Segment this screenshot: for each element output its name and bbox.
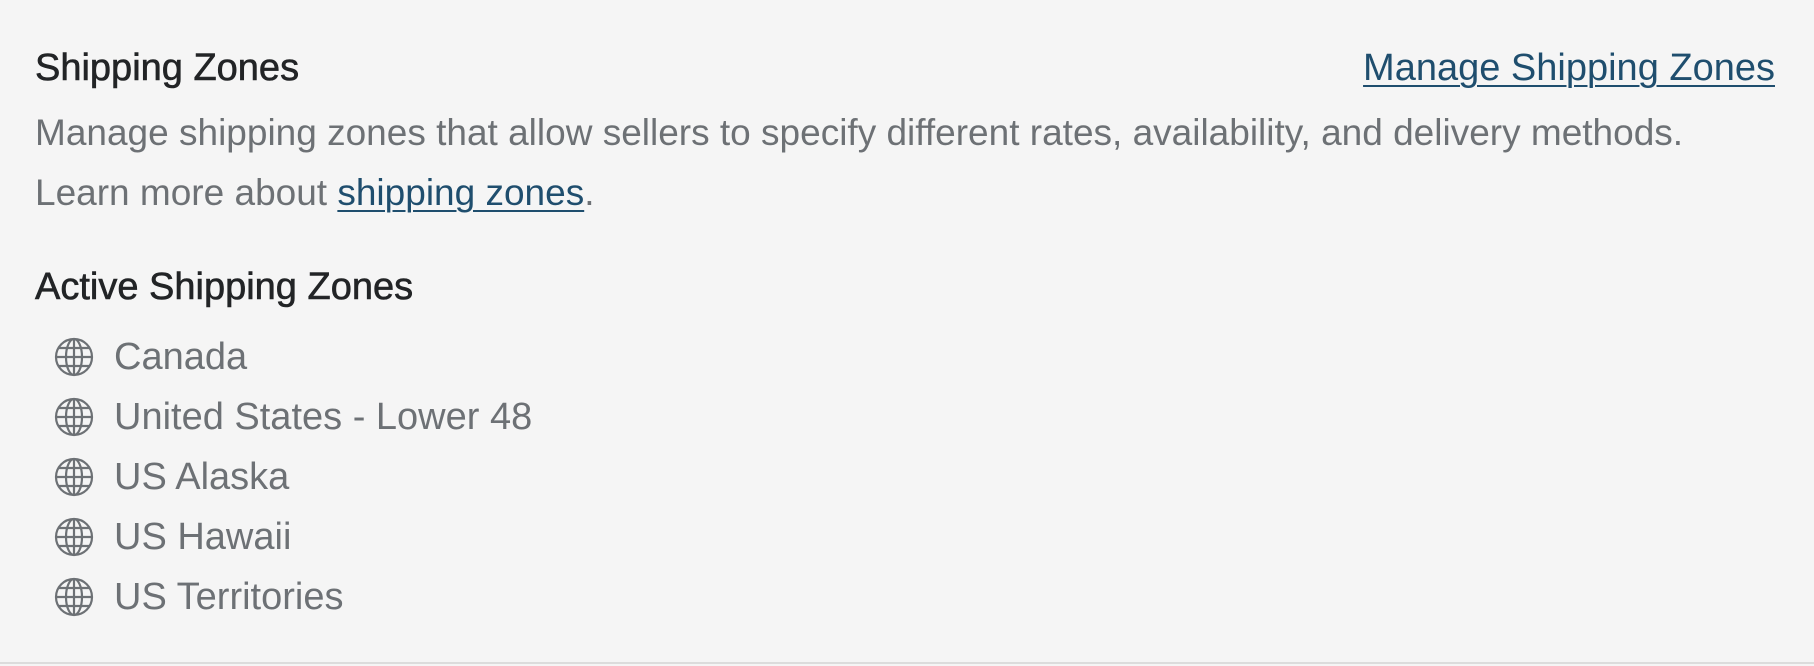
zone-label: Canada bbox=[114, 336, 248, 378]
list-item: US Hawaii bbox=[52, 507, 532, 567]
learn-more-prefix: Learn more about bbox=[35, 172, 338, 213]
description-line: Manage shipping zones that allow sellers… bbox=[35, 112, 1684, 153]
globe-icon bbox=[54, 577, 94, 617]
learn-more-suffix: . bbox=[584, 172, 595, 213]
globe-icon bbox=[54, 457, 94, 497]
globe-icon bbox=[54, 337, 94, 377]
section-title: Shipping Zones bbox=[35, 47, 300, 90]
header-row: Shipping Zones Manage Shipping Zones bbox=[35, 44, 1775, 92]
active-zones-title: Active Shipping Zones bbox=[35, 266, 414, 309]
list-item: US Alaska bbox=[52, 447, 532, 507]
section-description: Manage shipping zones that allow sellers… bbox=[35, 103, 1795, 223]
learn-more-line: Learn more about shipping zones. bbox=[35, 163, 1795, 223]
active-zones-list: Canada United States - Lower 48 US Alask… bbox=[52, 327, 532, 627]
manage-shipping-zones-link[interactable]: Manage Shipping Zones bbox=[1363, 44, 1775, 92]
globe-icon bbox=[54, 517, 94, 557]
list-item: Canada bbox=[52, 327, 532, 387]
zone-label: US Alaska bbox=[114, 456, 290, 498]
zone-label: US Territories bbox=[114, 576, 344, 618]
zone-label: United States - Lower 48 bbox=[114, 396, 533, 438]
list-item: US Territories bbox=[52, 567, 532, 627]
globe-icon bbox=[54, 397, 94, 437]
zone-label: US Hawaii bbox=[114, 516, 292, 558]
list-item: United States - Lower 48 bbox=[52, 387, 532, 447]
shipping-zones-link[interactable]: shipping zones bbox=[337, 172, 584, 213]
shipping-zones-panel: Shipping Zones Manage Shipping Zones Man… bbox=[0, 0, 1814, 664]
